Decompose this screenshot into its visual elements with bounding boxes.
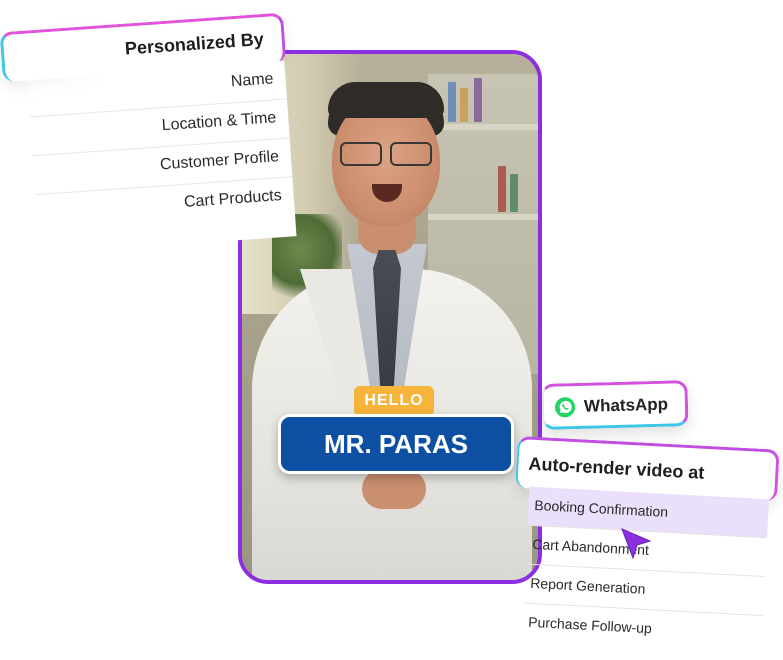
whatsapp-label: WhatsApp bbox=[583, 394, 669, 416]
personalization-list: Name Location & Time Customer Profile Ca… bbox=[26, 60, 297, 255]
whatsapp-icon bbox=[554, 397, 576, 418]
hello-badge: HELLO bbox=[354, 386, 434, 416]
whatsapp-channel-button[interactable]: WhatsApp bbox=[541, 380, 689, 430]
trigger-list: Booking Confirmation Cart Abandonment Re… bbox=[521, 486, 770, 654]
personalized-by-title: Personalized By bbox=[124, 28, 265, 59]
pointer-cursor-icon bbox=[621, 528, 652, 560]
personalized-by-card: Personalized By Name Location & Time Cus… bbox=[0, 0, 304, 255]
auto-render-title: Auto-render video at bbox=[528, 453, 705, 483]
customer-name-badge: MR. PARAS bbox=[278, 414, 514, 474]
